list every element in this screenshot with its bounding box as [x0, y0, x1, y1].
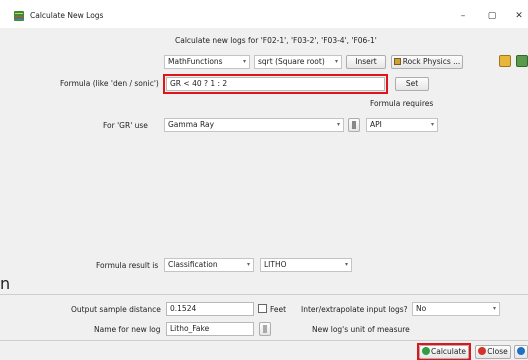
minimize-button[interactable]: – [452, 8, 474, 24]
math-function-dropdown[interactable]: sqrt (Square root) ▾ [254, 55, 342, 69]
title-bar: Calculate New Logs – ▢ ✕ [0, 0, 528, 28]
help-icon [516, 347, 525, 355]
app-icon [14, 11, 24, 21]
gr-unit-dropdown-value: API [370, 120, 382, 129]
help-button[interactable] [514, 345, 528, 359]
rock-physics-label: Rock Physics ... [402, 57, 461, 66]
gr-unit-dropdown[interactable]: API ▾ [366, 118, 438, 132]
separator-top [0, 294, 528, 295]
chevron-down-icon: ▾ [344, 261, 348, 268]
gr-log-dropdown-value: Gamma Ray [168, 120, 215, 129]
sample-distance-input[interactable]: 0.1524 [166, 302, 254, 316]
functions-dropdown[interactable]: MathFunctions ▾ [164, 55, 250, 69]
result-type-dropdown[interactable]: Classification ▾ [164, 258, 254, 272]
open-folder-icon[interactable] [499, 55, 511, 67]
calculate-label: Calculate [430, 347, 467, 356]
new-log-name-input[interactable]: Litho_Fake [166, 322, 254, 336]
result-kind-dropdown-value: LITHO [264, 260, 287, 269]
new-log-name-label: Name for new log [94, 325, 161, 334]
chevron-down-icon: ▾ [430, 121, 434, 128]
result-type-dropdown-value: Classification [168, 260, 218, 269]
maximize-button[interactable]: ▢ [481, 8, 503, 24]
rock-physics-icon [393, 58, 401, 65]
interpolate-label: Inter/extrapolate input logs? [301, 305, 408, 314]
interpolate-dropdown[interactable]: No ▾ [412, 302, 500, 316]
info-icon [263, 325, 267, 333]
rock-physics-button[interactable]: Rock Physics ... [391, 55, 463, 69]
checkmark-icon [421, 347, 430, 355]
side-text: n [0, 274, 11, 293]
feet-label: Feet [270, 305, 287, 314]
chevron-down-icon: ▾ [246, 261, 250, 268]
unit-of-measure-label: New log's unit of measure [312, 325, 410, 334]
feet-checkbox[interactable] [258, 304, 267, 313]
calculate-button[interactable]: Calculate [419, 345, 469, 359]
functions-dropdown-value: MathFunctions [168, 57, 223, 66]
close-window-button[interactable]: ✕ [508, 8, 528, 24]
info-icon [352, 121, 356, 129]
set-button[interactable]: Set [395, 77, 429, 91]
interpolate-dropdown-value: No [416, 304, 427, 313]
close-button[interactable]: Close [475, 345, 511, 359]
chevron-down-icon: ▾ [336, 121, 340, 128]
chevron-down-icon: ▾ [242, 58, 246, 65]
gr-input-label: For 'GR' use [103, 121, 148, 130]
separator-bottom [0, 340, 528, 341]
unit-info-button[interactable] [259, 322, 271, 336]
close-icon [478, 347, 487, 355]
formula-requires-label: Formula requires [370, 99, 434, 108]
result-kind-dropdown[interactable]: LITHO ▾ [260, 258, 352, 272]
sample-distance-label: Output sample distance [71, 305, 161, 314]
formula-label: Formula (like 'den / sonic') [60, 79, 159, 88]
result-label: Formula result is [96, 261, 159, 270]
log-info-button[interactable] [348, 118, 360, 132]
gr-log-dropdown[interactable]: Gamma Ray ▾ [164, 118, 344, 132]
dialog-header: Calculate new logs for 'F02-1', 'F03-2',… [175, 36, 377, 45]
math-function-dropdown-value: sqrt (Square root) [258, 57, 325, 66]
close-label: Close [487, 347, 508, 356]
save-icon[interactable] [516, 55, 528, 67]
insert-button[interactable]: Insert [346, 55, 386, 69]
formula-input[interactable]: GR < 40 ? 1 : 2 [166, 77, 385, 91]
chevron-down-icon: ▾ [334, 58, 338, 65]
window-title: Calculate New Logs [30, 11, 104, 20]
chevron-down-icon: ▾ [492, 305, 496, 312]
